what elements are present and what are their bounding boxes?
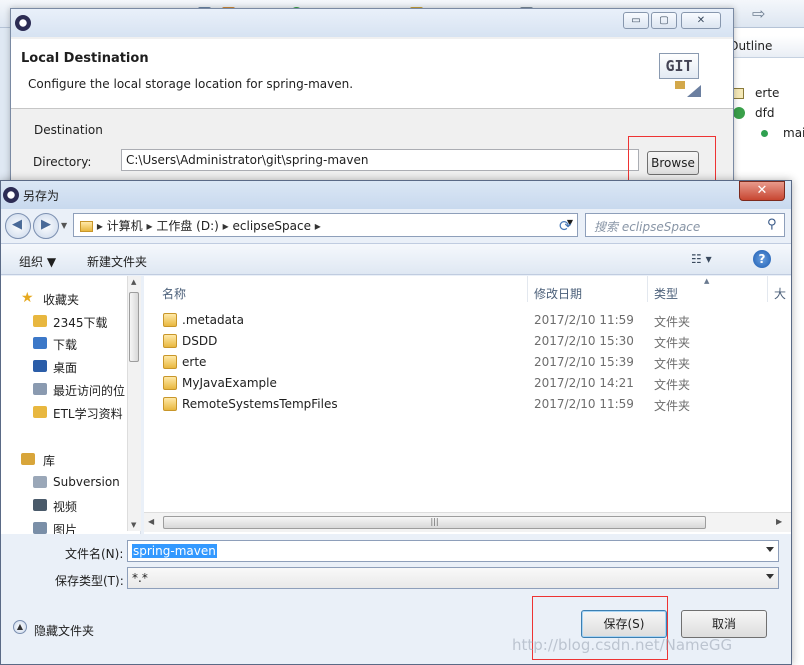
breadcrumb-item[interactable]: 计算机 bbox=[107, 219, 143, 233]
horizontal-scrollbar[interactable]: ◀ ||| ▶ bbox=[144, 512, 791, 532]
wizard-header: Local Destination Configure the local st… bbox=[11, 39, 733, 109]
recent-places-icon bbox=[33, 383, 47, 395]
method-icon bbox=[733, 107, 745, 119]
class-icon bbox=[733, 88, 744, 99]
desktop-icon bbox=[33, 360, 47, 372]
chevron-up-icon[interactable]: ▲ bbox=[13, 620, 27, 634]
forward-button[interactable]: ▶ bbox=[33, 213, 59, 239]
outline-tab[interactable]: Outline bbox=[725, 36, 804, 58]
folder-icon bbox=[163, 313, 177, 327]
nav-item-pictures[interactable]: 图片 bbox=[53, 521, 77, 534]
file-list: 名称 修改日期 类型 ▲ 大 .metadata 2017/2/10 11:59… bbox=[144, 276, 791, 534]
column-header-date[interactable]: 修改日期 bbox=[534, 285, 582, 302]
sort-arrow-icon: ▲ bbox=[704, 277, 710, 285]
file-row[interactable]: erte 2017/2/10 15:39 文件夹 bbox=[144, 352, 791, 373]
nav-item-2345[interactable]: 2345下载 bbox=[53, 314, 108, 331]
recent-dropdown-icon[interactable]: ▼ bbox=[61, 221, 67, 230]
folder-icon bbox=[163, 334, 177, 348]
column-header-name[interactable]: 名称 bbox=[162, 285, 186, 302]
search-input[interactable]: 搜索 eclipseSpace bbox=[585, 213, 785, 237]
column-header-type[interactable]: 类型 bbox=[654, 285, 678, 302]
nav-scrollbar[interactable]: ▲ ▼ bbox=[127, 276, 141, 531]
video-icon bbox=[33, 499, 47, 511]
folder-icon bbox=[163, 355, 177, 369]
filetype-select[interactable]: *.* bbox=[127, 567, 779, 589]
close-button[interactable]: ✕ bbox=[739, 181, 785, 201]
watermark: http://blog.csdn.net/NameGG bbox=[512, 636, 733, 654]
star-icon: ★ bbox=[21, 290, 34, 306]
help-icon[interactable]: ? bbox=[753, 250, 771, 268]
close-button[interactable]: ✕ bbox=[681, 12, 721, 29]
file-row[interactable]: MyJavaExample 2017/2/10 14:21 文件夹 bbox=[144, 373, 791, 394]
picture-icon bbox=[33, 522, 47, 534]
eclipse-icon bbox=[15, 15, 31, 31]
cancel-button[interactable]: 取消 bbox=[681, 610, 767, 638]
nav-item-desktop[interactable]: 桌面 bbox=[53, 359, 77, 376]
git-logo-icon: GIT bbox=[657, 49, 705, 97]
command-bar: 组织 ▼ 新建文件夹 ☷ ▾ ? bbox=[1, 243, 791, 275]
field-icon bbox=[761, 130, 768, 137]
download-icon bbox=[33, 337, 47, 349]
filetype-label: 保存类型(T): bbox=[55, 574, 124, 588]
refresh-icon[interactable]: ⟳ bbox=[559, 217, 572, 235]
nav-item-downloads[interactable]: 下载 bbox=[53, 336, 77, 353]
destination-group-label: Destination bbox=[34, 123, 103, 137]
nav-favorites[interactable]: 收藏夹 bbox=[43, 291, 79, 308]
maximize-button[interactable]: ▢ bbox=[651, 12, 677, 29]
outline-row[interactable]: mai bbox=[783, 126, 804, 140]
file-row[interactable]: RemoteSystemsTempFiles 2017/2/10 11:59 文… bbox=[144, 394, 791, 415]
nav-item-videos[interactable]: 视频 bbox=[53, 498, 77, 515]
document-icon bbox=[33, 476, 47, 488]
folder-icon bbox=[33, 406, 47, 418]
dialog-title: 另存为 bbox=[23, 189, 60, 203]
folder-icon bbox=[163, 397, 177, 411]
breadcrumb-item[interactable]: eclipseSpace bbox=[233, 219, 311, 233]
nav-item-subversion[interactable]: Subversion bbox=[53, 475, 120, 489]
folder-icon bbox=[80, 221, 93, 232]
folder-icon bbox=[163, 376, 177, 390]
search-icon[interactable]: ⚲ bbox=[767, 217, 777, 232]
filename-input[interactable]: spring-maven bbox=[127, 540, 779, 562]
wizard-title: Local Destination bbox=[21, 51, 149, 66]
organize-menu[interactable]: 组织 ▼ bbox=[19, 253, 56, 270]
minimize-button[interactable]: ▭ bbox=[623, 12, 649, 29]
navigation-pane: ★ 收藏夹 2345下载 下载 桌面 最近访问的位 ETL学习资料 库 Subv… bbox=[1, 276, 141, 534]
file-row[interactable]: .metadata 2017/2/10 11:59 文件夹 bbox=[144, 310, 791, 331]
column-header-size[interactable]: 大 bbox=[774, 285, 786, 302]
forward-arrow-icon[interactable]: ⇨ bbox=[752, 4, 765, 23]
highlight-box bbox=[628, 136, 716, 183]
directory-input[interactable]: C:\Users\Administrator\git\spring-maven bbox=[121, 149, 639, 171]
address-bar[interactable]: ▸ 计算机 ▸ 工作盘 (D:) ▸ eclipseSpace ▸ ▼ bbox=[73, 213, 578, 237]
directory-label: Directory: bbox=[33, 155, 92, 169]
dialog-titlebar: 另存为 ✕ bbox=[1, 181, 791, 209]
file-row[interactable]: DSDD 2017/2/10 15:30 文件夹 bbox=[144, 331, 791, 352]
nav-item-etl[interactable]: ETL学习资料 bbox=[53, 405, 123, 422]
outline-row[interactable]: erte bbox=[755, 86, 779, 100]
hide-folders-toggle[interactable]: 隐藏文件夹 bbox=[34, 622, 94, 639]
new-folder-button[interactable]: 新建文件夹 bbox=[87, 253, 147, 270]
save-as-dialog: 另存为 ✕ ◀ ▶ ▼ ▸ 计算机 ▸ 工作盘 (D:) ▸ eclipseSp… bbox=[0, 180, 792, 665]
wizard-titlebar: ▭ ▢ ✕ bbox=[11, 9, 733, 37]
breadcrumb-item[interactable]: 工作盘 (D:) bbox=[156, 219, 218, 233]
outline-row[interactable]: dfd bbox=[755, 106, 774, 120]
eclipse-icon bbox=[3, 187, 19, 203]
folder-icon bbox=[33, 315, 47, 327]
view-options-icon[interactable]: ☷ ▾ bbox=[691, 252, 712, 266]
library-icon bbox=[21, 453, 35, 465]
filename-label: 文件名(N): bbox=[65, 547, 124, 561]
wizard-description: Configure the local storage location for… bbox=[28, 77, 354, 91]
git-import-wizard: ▭ ▢ ✕ Local Destination Configure the lo… bbox=[10, 8, 734, 188]
nav-item-recent[interactable]: 最近访问的位 bbox=[53, 382, 125, 399]
back-button[interactable]: ◀ bbox=[5, 213, 31, 239]
nav-libraries[interactable]: 库 bbox=[43, 452, 55, 469]
